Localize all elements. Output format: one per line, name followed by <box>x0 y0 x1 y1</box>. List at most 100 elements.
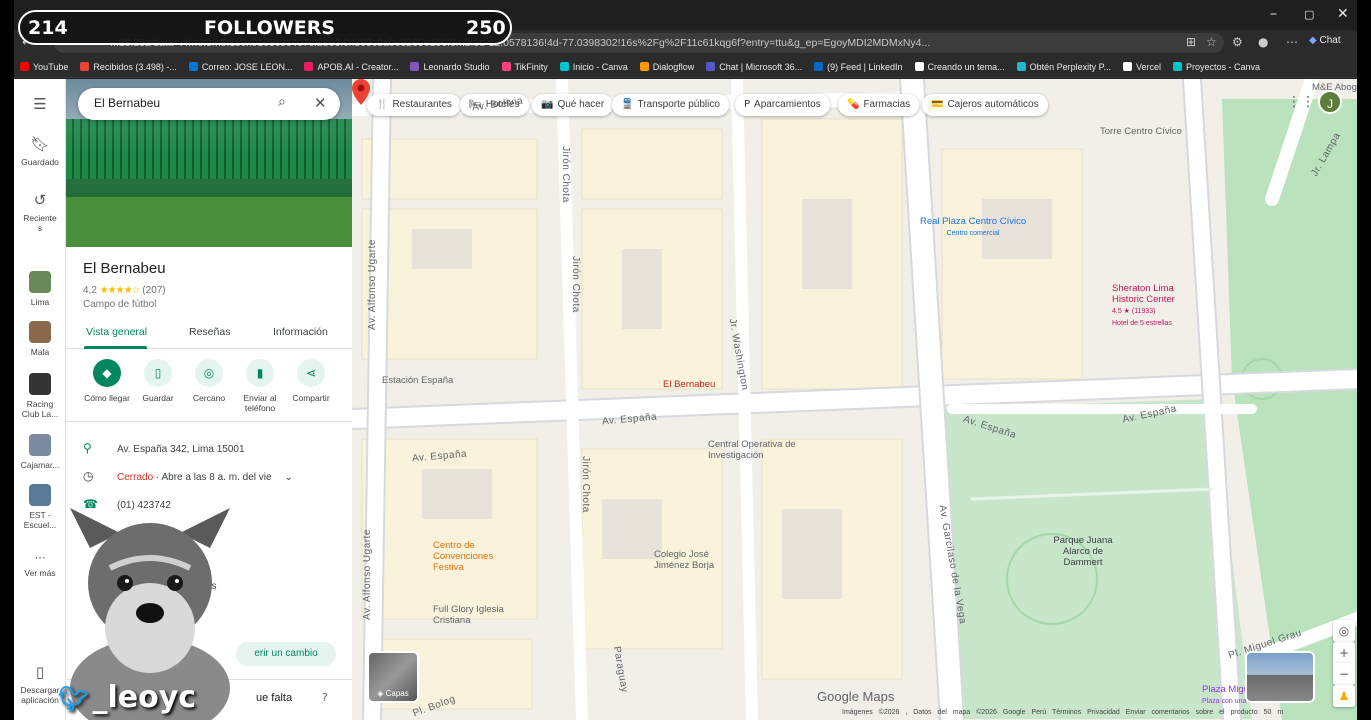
my-location-icon[interactable]: ◎ <box>1333 620 1355 642</box>
review-count[interactable]: (207) <box>142 285 165 296</box>
recents-label: Reciente s <box>23 213 57 233</box>
avatar[interactable]: J <box>1318 90 1342 114</box>
recent-place-item[interactable]: Racing Club La... <box>14 373 66 419</box>
poi-central[interactable]: Central Operativa de Investigación <box>708 439 798 461</box>
bookmark-item[interactable]: Vercel <box>1122 62 1161 72</box>
category-chip[interactable]: 💊 Farmacias <box>838 94 920 116</box>
chip-label: Qué hacer <box>557 99 605 110</box>
share-button[interactable]: ⋖ Compartir <box>285 359 337 403</box>
poi-convenciones[interactable]: Centro de Convenciones Festiva <box>433 540 513 573</box>
layers-button[interactable]: ◈ Capas <box>367 651 419 703</box>
close-window-icon[interactable]: ✕ <box>1337 6 1349 22</box>
recent-place-item[interactable]: Mala <box>14 321 66 357</box>
poi-real-plaza[interactable]: Real Plaza Centro Cívico Centro comercial <box>920 216 1026 239</box>
zoom-in-button[interactable]: + <box>1333 642 1355 664</box>
chip-label: Aparcamientos <box>754 99 821 110</box>
star-icon[interactable]: ☆ <box>1206 35 1217 49</box>
maximize-icon[interactable]: ▢ <box>1304 8 1314 21</box>
bookmark-label: APOB.AI - Creator... <box>317 61 399 72</box>
street-view-thumbnail[interactable] <box>1245 651 1315 703</box>
category-chip[interactable]: 🍴 Restaurantes <box>367 94 461 116</box>
recent-place-item[interactable]: Lima <box>14 271 66 307</box>
directions-icon: ◆ <box>93 359 121 387</box>
place-category[interactable]: Campo de fútbol <box>83 299 156 310</box>
minimize-icon[interactable]: – <box>1270 6 1277 22</box>
chip-label: Farmacias <box>863 99 911 110</box>
help-icon[interactable]: ? <box>322 691 328 704</box>
road-label: Jirón Chota <box>559 146 571 203</box>
road-label: Jirón Chota <box>569 256 581 313</box>
category-chip[interactable]: 💳 Cajeros automáticos <box>922 94 1048 116</box>
menu-button[interactable]: ☰ <box>14 95 66 117</box>
tab-info[interactable]: Información <box>273 326 328 338</box>
address-row[interactable]: ⚲ Av. España 342, Lima 15001 <box>83 441 245 455</box>
chat-button[interactable]: ◆ Chat <box>1309 35 1341 46</box>
tab-search-icon[interactable]: ⊞ <box>1186 35 1196 49</box>
bookmark-item[interactable]: Obtén Perplexity P... <box>1016 62 1111 72</box>
phone-icon: ▮ <box>246 359 274 387</box>
search-icon[interactable]: ⌕ <box>278 94 286 110</box>
apps-grid-icon[interactable]: ⋮⋮ <box>1287 94 1315 110</box>
category-chip[interactable]: 🚆 Transporte público <box>612 94 729 116</box>
poi-colegio[interactable]: Colegio José Jiménez Borja <box>654 549 734 571</box>
chip-icon: 💳 <box>931 99 944 110</box>
bookmark-item[interactable]: APOB.AI - Creator... <box>304 62 398 72</box>
hours-row[interactable]: ◷ Cerrado · Abre a las 8 a. m. del vie ⌄ <box>83 469 293 483</box>
suggest-edit-button[interactable]: erir un cambio <box>236 642 336 666</box>
poi-torre[interactable]: Torre Centro Cívico <box>1100 126 1182 137</box>
location-pin-icon: ⚲ <box>83 441 92 455</box>
directions-button[interactable]: ◆ Cómo llegar <box>81 359 133 403</box>
bookmark-item[interactable]: Correo: JOSE LEON... <box>188 62 292 72</box>
search-input[interactable] <box>94 96 264 110</box>
extensions-icon[interactable]: ⚙ <box>1232 35 1243 49</box>
menu-icon[interactable]: ⋯ <box>1286 35 1298 49</box>
bookmark-item[interactable]: Leonardo Studio <box>410 62 490 72</box>
close-icon[interactable]: ✕ <box>314 94 327 112</box>
place-tabs: Vista general Reseñas Información <box>66 323 352 349</box>
bookmark-item[interactable]: Creando un tema... <box>914 62 1005 72</box>
nearby-button[interactable]: ◎ Cercano <box>183 359 235 403</box>
save-button[interactable]: ▯ Guardar <box>132 359 184 403</box>
tab-reviews[interactable]: Reseñas <box>189 326 230 338</box>
address-text: Av. España 342, Lima 15001 <box>117 444 245 455</box>
poi-full-glory[interactable]: Full Glory Iglesia Cristiana <box>433 604 513 626</box>
chip-icon: 📷 <box>541 99 554 110</box>
category-chip[interactable]: P Aparcamientos <box>735 94 830 116</box>
recent-place-item[interactable]: Cajamar... <box>14 434 66 470</box>
rating-row[interactable]: 4,2 ★★★★☆ (207) <box>83 285 166 296</box>
bookmark-favicon-icon <box>914 62 924 71</box>
save-label: Guardar <box>142 393 174 403</box>
chevron-down-icon[interactable]: ⌄ <box>284 472 292 483</box>
poi-sheraton[interactable]: Sheraton Lima Historic Center 4.5 ★ (1193… <box>1112 283 1192 329</box>
zoom-out-button[interactable]: − <box>1333 663 1355 685</box>
bookmark-item[interactable]: Inicio - Canva <box>559 62 628 72</box>
pegman-icon[interactable]: ♟ <box>1333 685 1355 707</box>
bookmark-item[interactable]: Proyectos - Canva <box>1173 62 1260 72</box>
bookmark-item[interactable]: TikFinity <box>501 62 548 72</box>
profile-icon[interactable]: ● <box>1258 35 1268 49</box>
bookmark-item[interactable]: Recibidos (3.498) -... <box>80 62 177 72</box>
pin-label[interactable]: El Bernabeu <box>663 379 715 390</box>
send-to-phone-button[interactable]: ▮ Enviar al teléfono <box>234 359 286 413</box>
directions-label: Cómo llegar <box>84 393 130 403</box>
recents-button[interactable]: ↺ Reciente s <box>14 191 66 233</box>
poi-estacion[interactable]: Estación España <box>382 375 453 386</box>
recent-place-label: Cajamar... <box>20 460 60 470</box>
saved-button[interactable]: 🔖︎ Guardado <box>14 135 66 167</box>
bookmark-label: Chat | Microsoft 36... <box>719 61 803 72</box>
bookmark-item[interactable]: YouTube <box>20 62 68 72</box>
place-thumbnail <box>29 484 51 506</box>
photo-netting <box>66 119 352 179</box>
add-missing-info[interactable]: ue falta <box>256 692 292 704</box>
map-pin-icon[interactable] <box>352 79 370 105</box>
bookmark-item[interactable]: (9) Feed | LinkedIn <box>814 62 903 72</box>
twitter-handle-overlay: 🐦︎ _leoyc <box>58 680 196 715</box>
poi-mre[interactable]: M&E Abog... <box>1312 82 1357 93</box>
tab-overview[interactable]: Vista general <box>86 326 147 338</box>
bookmark-item[interactable]: Dialogflow <box>639 62 694 72</box>
map-canvas[interactable]: 🍴 Restaurantes 🛏 Hoteles 📷 Qué hacer 🚆 Transpor… <box>352 79 1357 720</box>
poi-parque[interactable]: Parque Juana Alarco de Dammert <box>1048 535 1118 568</box>
category-chip[interactable]: 📷 Qué hacer <box>532 94 614 116</box>
bookmark-item[interactable]: Chat | Microsoft 36... <box>706 62 802 72</box>
road-label: Av. Alfonso Ugarte <box>361 529 373 620</box>
